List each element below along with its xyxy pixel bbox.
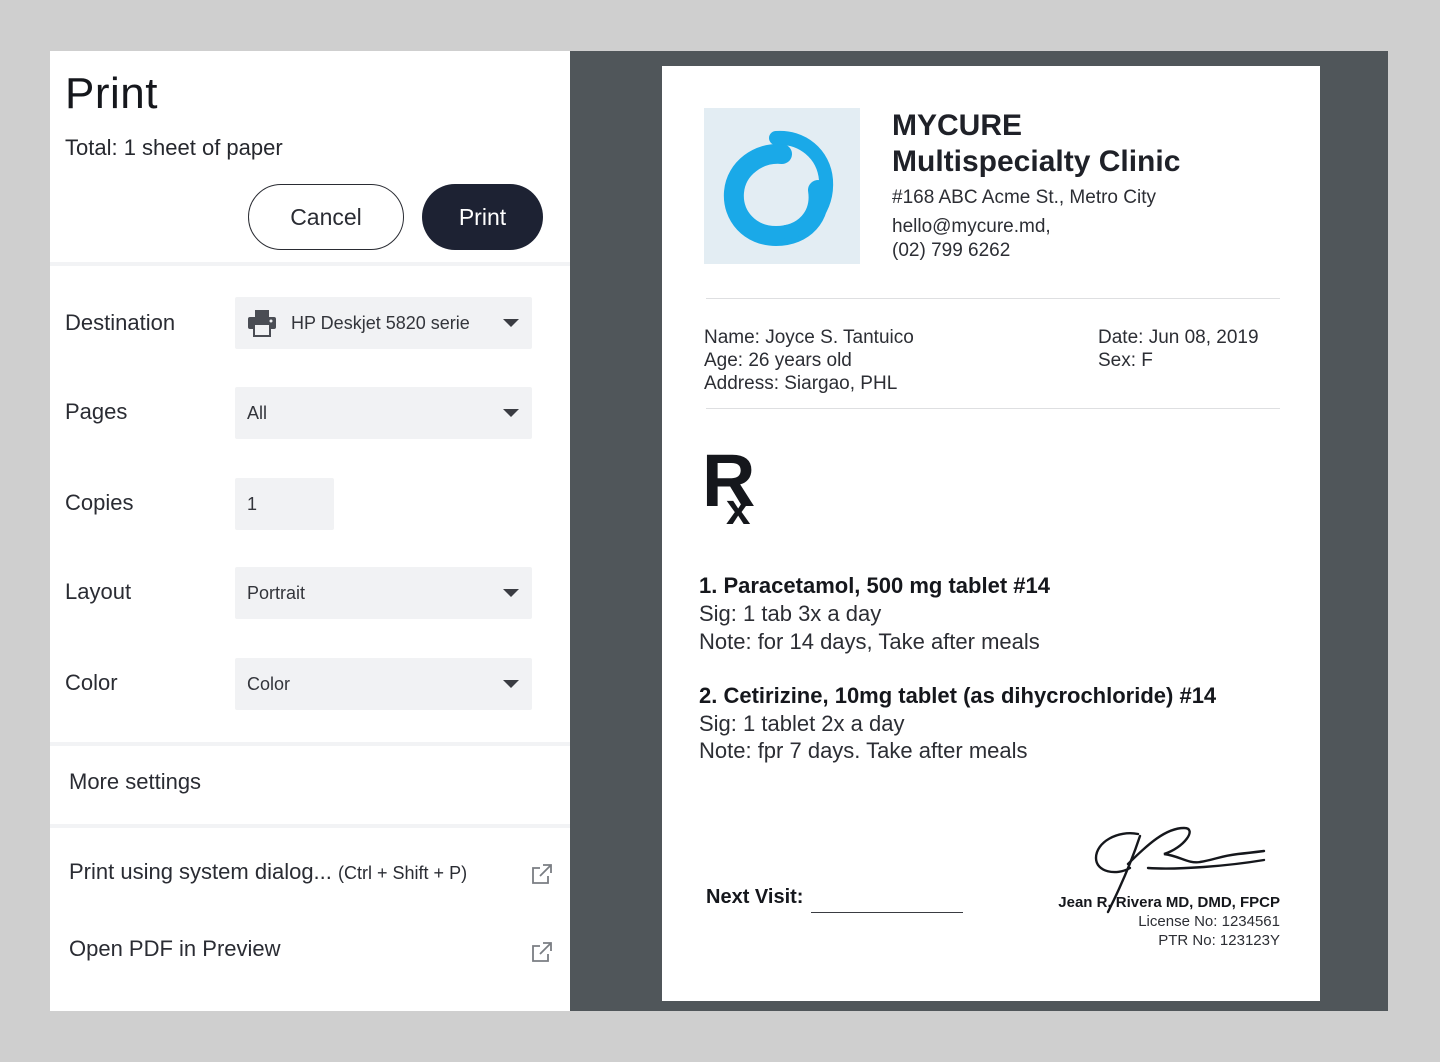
medication-1-sig: Sig: 1 tab 3x a day [699,601,882,626]
svg-text:x: x [726,485,751,526]
destination-label: Destination [65,310,176,335]
layout-value: Portrait [247,582,306,603]
copies-label: Copies [65,490,134,515]
visit-info: Date: Jun 08, 2019 Sex: F [1098,326,1259,372]
divider [50,262,570,266]
cancel-button[interactable]: Cancel [248,184,404,250]
copies-value: 1 [247,493,258,514]
print-dialog: Print Total: 1 sheet of paper Cancel Pri… [50,51,1388,1011]
prescription-page: MYCURE Multispecialty Clinic #168 ABC Ac… [662,66,1320,1001]
patient-name: Name: Joyce S. Tantuico [704,327,914,348]
clinic-name-line-1: MYCURE [892,109,1023,142]
chevron-down-icon [503,589,519,597]
patient-sex: Sex: F [1098,350,1153,371]
system-dialog-shortcut: (Ctrl + Shift + P) [338,863,468,883]
divider [50,824,570,828]
medication-1-note: Note: for 14 days, Take after meals [699,629,1040,654]
doctor-ptr: PTR No: 123123Y [1158,932,1280,949]
rx-symbol: R x [702,439,766,534]
doctor-name-text: Jean R. Rivera MD, DMD, FPCP [1058,894,1280,911]
print-settings-panel: Print Total: 1 sheet of paper Cancel Pri… [50,51,570,1011]
divider [706,298,1280,299]
color-label: Color [65,670,118,695]
chevron-down-icon [503,409,519,417]
divider [706,408,1280,409]
system-dialog-label: Print using system dialog... [69,859,332,884]
chevron-down-icon [503,680,519,688]
chevron-down-icon [503,319,519,327]
medication-2-sig: Sig: 1 tablet 2x a day [699,711,905,736]
dialog-title: Print [65,69,158,118]
doctor-name: Jean R. Rivera MD, DMD, FPCP [1058,894,1280,911]
layout-select[interactable]: Portrait [235,567,532,619]
open-external-icon[interactable] [531,941,553,963]
next-visit-line [811,912,963,913]
pages-label: Pages [65,399,128,424]
clinic-phone: (02) 799 6262 [892,240,1011,261]
medication-2-note: Note: fpr 7 days. Take after meals [699,738,1028,763]
print-button[interactable]: Print [422,184,543,250]
clinic-name: MYCURE Multispecialty Clinic [892,108,1180,180]
patient-address: Address: Siargao, PHL [704,373,898,394]
prescription-date: Date: Jun 08, 2019 [1098,327,1259,348]
more-settings-toggle[interactable]: More settings [69,769,201,795]
sheet-total: Total: 1 sheet of paper [65,135,283,160]
medication-1-title: 1. Paracetamol, 500 mg tablet #14 [699,573,1050,598]
patient-age: Age: 26 years old [704,350,852,371]
copies-input[interactable]: 1 [235,478,334,530]
destination-value: HP Deskjet 5820 serie [291,312,470,333]
destination-select[interactable]: HP Deskjet 5820 serie [235,297,532,349]
divider [50,742,570,746]
clinic-name-line-2: Multispecialty Clinic [892,145,1181,178]
system-dialog-link[interactable]: Print using system dialog... (Ctrl + Shi… [69,859,467,885]
next-visit-label: Next Visit: [706,886,804,908]
layout-label: Layout [65,579,132,604]
pages-value: All [247,402,268,423]
patient-info: Name: Joyce S. Tantuico Age: 26 years ol… [704,326,914,395]
doctor-license: License No: 1234561 [1138,913,1280,930]
color-select[interactable]: Color [235,658,532,710]
open-pdf-link[interactable]: Open PDF in Preview [69,936,281,962]
clinic-address: #168 ABC Acme St., Metro City [892,187,1156,208]
pages-select[interactable]: All [235,387,532,439]
open-external-icon[interactable] [531,863,553,885]
medication-2-title: 2. Cetirizine, 10mg tablet (as dihycroch… [699,683,1217,708]
print-preview-area: MYCURE Multispecialty Clinic #168 ABC Ac… [570,51,1388,1011]
clinic-email: hello@mycure.md, [892,216,1051,237]
color-value: Color [247,673,291,694]
printer-icon [247,309,277,337]
clinic-logo [704,108,860,264]
